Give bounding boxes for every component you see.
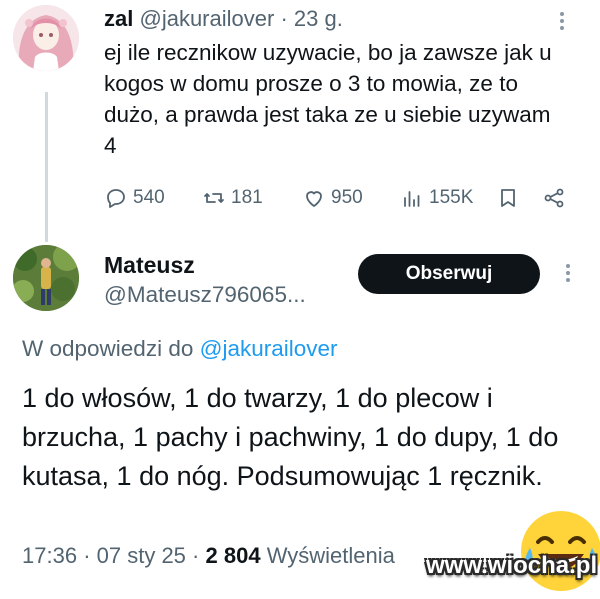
reply-button[interactable]: 540 [104,182,165,214]
avatar-zal[interactable] [13,5,79,71]
watermark: www.wiocha.pl [426,552,598,579]
repost-button[interactable]: 181 [202,182,263,214]
reply-to-link[interactable]: @jakurailover [200,336,338,361]
avatar-mateusz[interactable] [13,245,79,311]
bookmark-button[interactable] [496,182,520,214]
tweet2-time[interactable]: 17:36 [22,543,77,568]
reply-prefix: W odpowiedzi do [22,336,194,361]
tweet1-separator: · [280,6,288,31]
tweet1-header: zal @jakurailover · 23 g. [104,6,343,32]
reply-icon [107,189,125,208]
tweet2-handle[interactable]: @Mateusz796065... [104,282,306,308]
views-button[interactable]: 155K [400,182,473,214]
repost-count: 181 [231,187,263,208]
tweet2-display-name[interactable]: Mateusz [104,252,195,279]
tweet1-display-name[interactable]: zal [104,6,133,31]
views-count: 155K [429,187,474,208]
bookmark-icon [501,189,515,207]
heart-icon [306,191,322,207]
views-icon [404,191,420,207]
tweet2-date[interactable]: 07 sty 25 [97,543,186,568]
like-button[interactable]: 950 [302,182,363,214]
laughing-crying-emoji-icon [518,508,600,594]
reply-context: W odpowiedzi do @jakurailover [22,336,338,362]
tweet1-action-bar: 540 181 950 155K [104,182,574,214]
follow-button[interactable]: Obserwuj [358,254,540,294]
tweet1-handle[interactable]: @jakurailover [139,6,274,31]
tweet2-more-icon[interactable] [566,264,570,282]
thread-connector-line [45,92,48,242]
like-count: 950 [331,187,363,208]
tweet2-meta: 17:36 · 07 sty 25 · 2 804 Wyświetlenia [22,543,395,568]
tweet1-text: ej ile recznikow uzywacie, bo ja zawsze … [104,40,552,158]
tweet2-views-count: 2 804 [205,543,261,568]
tweet1-more-icon[interactable] [560,12,564,30]
share-icon [544,188,564,208]
tweet1-time[interactable]: 23 g. [294,6,343,31]
reply-count: 540 [133,187,165,208]
share-button[interactable] [542,182,566,214]
tweet2-views-label: Wyświetlenia [266,543,395,568]
tweet2-text: 1 do włosów, 1 do twarzy, 1 do plecow i … [22,383,559,491]
repost-icon [204,193,224,203]
